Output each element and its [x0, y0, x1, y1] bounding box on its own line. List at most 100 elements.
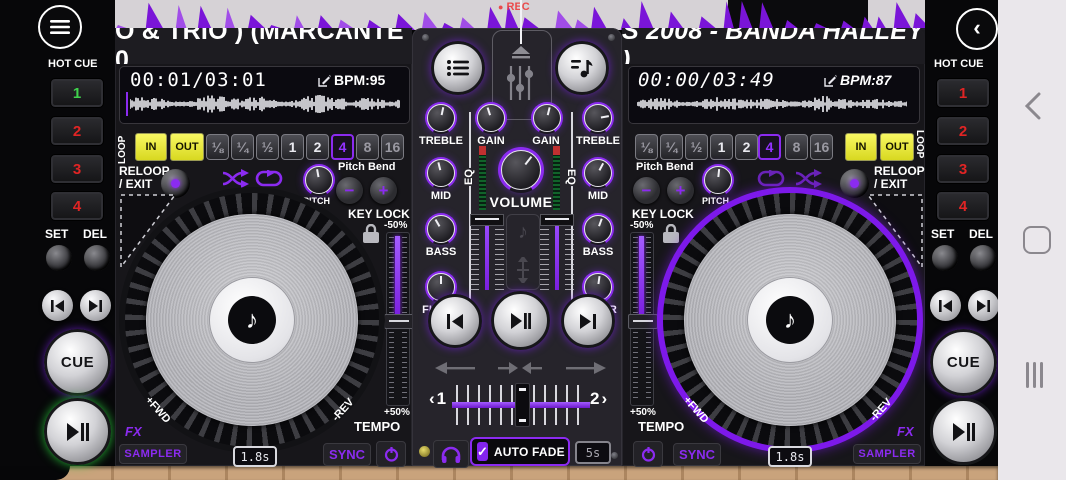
- bass-knob-deck2[interactable]: [582, 213, 614, 245]
- tempo-slider-handle-right[interactable]: [628, 314, 658, 329]
- pitch-bend-minus-left[interactable]: −: [336, 177, 363, 204]
- mid-knob-deck1[interactable]: [425, 157, 457, 189]
- fx-label-left[interactable]: FX: [125, 424, 142, 439]
- treble-knob-deck2[interactable]: [582, 102, 614, 134]
- hot-cue-1-left[interactable]: 1: [50, 78, 104, 108]
- power-icon: [384, 447, 399, 462]
- hot-cue-2-left[interactable]: 2: [50, 116, 104, 146]
- browse-playlist-button[interactable]: [555, 41, 609, 95]
- loop-length-2-left[interactable]: 2: [306, 134, 329, 160]
- loop-length-1-8-left[interactable]: ⅛: [206, 134, 229, 160]
- fade-time-display[interactable]: 5s: [575, 441, 611, 464]
- lock-icon-left[interactable]: [363, 224, 379, 243]
- crossfader-handle[interactable]: [515, 383, 530, 427]
- play-pause-button-center[interactable]: [491, 291, 550, 350]
- hot-cue-1-right[interactable]: 1: [936, 78, 990, 108]
- mid-knob-deck2[interactable]: [582, 157, 614, 189]
- pitch-bend-minus-right[interactable]: −: [633, 177, 660, 204]
- loop-length-1-right[interactable]: 1: [710, 134, 733, 160]
- loop-length-16-right[interactable]: 16: [810, 134, 833, 160]
- sync-button-left[interactable]: SYNC: [323, 443, 371, 466]
- hot-cue-3-right[interactable]: 3: [936, 154, 990, 184]
- skip-end-button-left[interactable]: [80, 290, 111, 321]
- tempo-slider-handle-left[interactable]: [384, 314, 414, 329]
- loop-length-4-left-selected[interactable]: 4: [331, 134, 354, 160]
- loop-length-8-left[interactable]: 8: [356, 134, 379, 160]
- cue-button-right[interactable]: CUE: [930, 329, 997, 396]
- hot-cue-3-left[interactable]: 3: [50, 154, 104, 184]
- sampler-button-right[interactable]: SAMPLER: [853, 444, 921, 464]
- pitch-knob-left[interactable]: [303, 164, 335, 196]
- crossfader-deck2-label: 2›: [590, 389, 609, 409]
- loop-out-button-left[interactable]: OUT: [170, 133, 204, 161]
- skip-end-button-right[interactable]: [968, 290, 999, 321]
- tempo-reset-button-left[interactable]: [376, 441, 406, 467]
- lock-icon-right[interactable]: [663, 224, 679, 243]
- set-cue-knob-right[interactable]: [932, 245, 958, 271]
- gain-knob-deck2[interactable]: [531, 102, 563, 134]
- loop-length-1-left[interactable]: 1: [281, 134, 304, 160]
- cue-button-left[interactable]: CUE: [44, 329, 111, 396]
- play-pause-button-right[interactable]: [930, 398, 997, 465]
- screw: [422, 34, 429, 41]
- del-cue-knob-left[interactable]: [84, 245, 110, 271]
- loop-length-1-8-right[interactable]: ⅛: [635, 134, 658, 160]
- play-pause-button-left[interactable]: [44, 398, 111, 465]
- headphone-cue-button[interactable]: [433, 440, 469, 468]
- channel-fader-deck2[interactable]: [540, 214, 574, 290]
- shuffle-icon-right[interactable]: [795, 169, 822, 188]
- hot-cue-4-left[interactable]: 4: [50, 191, 104, 221]
- loop-length-8-right[interactable]: 8: [785, 134, 808, 160]
- edit-bpm-icon-right[interactable]: [824, 74, 837, 87]
- fade-left-arrow-icon: [435, 362, 475, 374]
- loop-time-display-right[interactable]: 1.8s: [768, 446, 812, 467]
- auto-fade-checkbox[interactable]: ✓: [477, 442, 488, 461]
- sampler-button-left[interactable]: SAMPLER: [119, 444, 187, 464]
- shuffle-icon-left[interactable]: [222, 169, 249, 188]
- loop-length-1-2-right[interactable]: ½: [685, 134, 708, 160]
- pitch-knob-right[interactable]: [702, 164, 734, 196]
- treble-knob-deck1[interactable]: [425, 102, 457, 134]
- back-button[interactable]: ‹: [956, 8, 998, 50]
- set-cue-knob-left[interactable]: [46, 245, 72, 271]
- bass-knob-deck1[interactable]: [425, 213, 457, 245]
- pitch-bend-plus-right[interactable]: +: [667, 177, 694, 204]
- loop-length-1-2-left[interactable]: ½: [256, 134, 279, 160]
- edit-bpm-icon-left[interactable]: [318, 74, 331, 87]
- hot-cue-2-right[interactable]: 2: [936, 116, 990, 146]
- deck1-track-waveform[interactable]: [130, 92, 400, 116]
- prev-track-button[interactable]: [428, 294, 482, 348]
- fx-label-right[interactable]: FX: [897, 424, 914, 439]
- volume-knob[interactable]: [498, 147, 544, 193]
- loop-in-button-right[interactable]: IN: [845, 133, 877, 161]
- del-cue-knob-right[interactable]: [970, 245, 996, 271]
- skip-start-button-right[interactable]: [930, 290, 961, 321]
- loop-icon-right[interactable]: [757, 170, 785, 187]
- loop-length-2-right[interactable]: 2: [735, 134, 758, 160]
- menu-button[interactable]: [38, 5, 82, 49]
- loop-length-1-4-right[interactable]: ¼: [660, 134, 683, 160]
- loop-icon-left[interactable]: [255, 170, 283, 187]
- nav-recents-button[interactable]: [1026, 362, 1046, 388]
- nav-home-button[interactable]: [1023, 226, 1051, 254]
- channel-fader-handle[interactable]: [540, 214, 574, 226]
- sync-button-right[interactable]: SYNC: [673, 443, 721, 466]
- channel-fader-deck1[interactable]: [470, 214, 504, 290]
- pitch-bend-plus-left[interactable]: +: [370, 177, 397, 204]
- loop-time-display-left[interactable]: 1.8s: [233, 446, 277, 467]
- nav-back-button[interactable]: [1024, 92, 1042, 120]
- loop-length-1-4-left[interactable]: ¼: [231, 134, 254, 160]
- browse-library-button[interactable]: [431, 41, 485, 95]
- loop-out-button-right[interactable]: OUT: [880, 133, 914, 161]
- loop-length-16-left[interactable]: 16: [381, 134, 404, 160]
- tempo-reset-button-right[interactable]: [633, 441, 663, 467]
- loop-length-4-right-selected[interactable]: 4: [758, 134, 781, 160]
- channel-fader-handle[interactable]: [470, 214, 504, 226]
- auto-fade-button[interactable]: ✓ AUTO FADE: [470, 437, 570, 466]
- hot-cue-4-right[interactable]: 4: [936, 191, 990, 221]
- next-track-button[interactable]: [561, 294, 615, 348]
- loop-in-button-left[interactable]: IN: [135, 133, 167, 161]
- gain-knob-deck1[interactable]: [475, 102, 507, 134]
- skip-start-button-left[interactable]: [42, 290, 73, 321]
- deck2-track-waveform[interactable]: [637, 92, 907, 116]
